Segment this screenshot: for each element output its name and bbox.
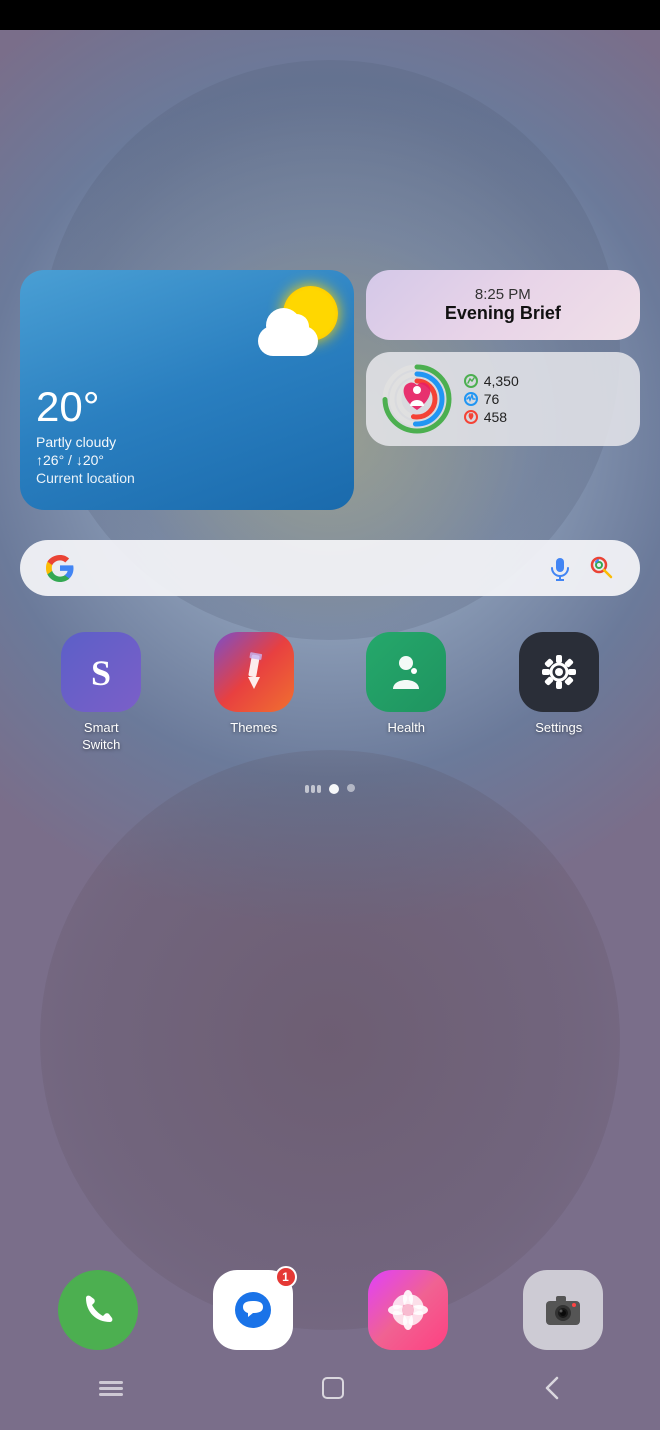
- heart-rate-icon: [464, 392, 478, 406]
- calories-value: 458: [484, 409, 507, 425]
- circle-decoration-bottom: [40, 750, 620, 1330]
- phone-app-icon: [58, 1270, 138, 1350]
- google-search-bar[interactable]: [20, 540, 640, 596]
- dock-item-messages[interactable]: 1: [213, 1270, 293, 1350]
- settings-icon: [519, 632, 599, 712]
- microphone-icon[interactable]: [546, 554, 574, 582]
- home-button[interactable]: [319, 1374, 347, 1408]
- weather-location: Current location: [36, 470, 338, 486]
- camera-app-icon: [523, 1270, 603, 1350]
- page-indicators: [20, 784, 640, 794]
- evening-brief-time: 8:25 PM: [386, 286, 620, 303]
- page-dot-2[interactable]: [347, 784, 355, 792]
- health-ring-icon: [382, 364, 452, 434]
- phone-icon: [78, 1290, 118, 1330]
- steps-value: 4,350: [484, 373, 519, 389]
- smart-switch-icon: S: [61, 632, 141, 712]
- dock-item-camera[interactable]: [523, 1270, 603, 1350]
- back-icon: [541, 1374, 563, 1402]
- app-item-settings[interactable]: Settings: [488, 632, 631, 754]
- google-logo: [44, 552, 76, 584]
- lens-icon[interactable]: [588, 554, 616, 582]
- dock-item-bixby[interactable]: [368, 1270, 448, 1350]
- themes-icon: [214, 632, 294, 712]
- home-screen: 20° Partly cloudy ↑26° / ↓20° Current lo…: [0, 30, 660, 794]
- page-indicator-lines: [305, 784, 321, 794]
- back-button[interactable]: [541, 1374, 563, 1408]
- recent-apps-icon: [97, 1377, 125, 1399]
- health-label: Health: [387, 720, 425, 737]
- page-line-3: [317, 785, 321, 793]
- calories-stat: 458: [464, 409, 519, 425]
- navigation-bar: [0, 1360, 660, 1430]
- dock-item-phone[interactable]: [58, 1270, 138, 1350]
- app-item-themes[interactable]: Themes: [183, 632, 326, 754]
- health-logo: [381, 647, 431, 697]
- page-line-1: [305, 785, 309, 793]
- settings-label: Settings: [535, 720, 582, 737]
- themes-label: Themes: [230, 720, 277, 737]
- app-item-health[interactable]: Health: [335, 632, 478, 754]
- weather-description: Partly cloudy: [36, 434, 338, 450]
- flower-icon: [383, 1285, 433, 1335]
- widgets-row: 20° Partly cloudy ↑26° / ↓20° Current lo…: [20, 270, 640, 510]
- steps-stat: 4,350: [464, 373, 519, 389]
- svg-text:S: S: [91, 653, 111, 693]
- cloud-icon: [258, 326, 318, 356]
- weather-icon-area: [36, 286, 338, 356]
- evening-brief-widget[interactable]: 8:25 PM Evening Brief: [366, 270, 640, 340]
- search-icons-group: [546, 554, 616, 582]
- right-widgets: 8:25 PM Evening Brief: [366, 270, 640, 510]
- messages-badge: 1: [275, 1266, 297, 1288]
- page-dot-active[interactable]: [329, 784, 339, 794]
- page-line-2: [311, 785, 315, 793]
- health-numbers: 4,350 76 458: [464, 373, 519, 425]
- weather-temperature: 20°: [36, 386, 338, 428]
- camera-icon: [538, 1285, 588, 1335]
- bixby-app-icon: [368, 1270, 448, 1350]
- messages-icon: [228, 1285, 278, 1335]
- steps-icon: [464, 374, 478, 388]
- heart-stat: 76: [464, 391, 519, 407]
- calories-icon: [464, 410, 478, 424]
- smart-switch-logo: S: [76, 647, 126, 697]
- app-item-smart-switch[interactable]: S SmartSwitch: [30, 632, 173, 754]
- themes-logo: [229, 647, 279, 697]
- sun-cloud-icon: [258, 286, 338, 356]
- settings-logo: [534, 647, 584, 697]
- app-grid: S SmartSwitch Themes: [20, 632, 640, 754]
- dock: 1: [20, 1270, 640, 1350]
- weather-widget[interactable]: 20° Partly cloudy ↑26° / ↓20° Current lo…: [20, 270, 354, 510]
- status-bar: [0, 0, 660, 30]
- weather-range: ↑26° / ↓20°: [36, 452, 338, 468]
- recent-apps-button[interactable]: [97, 1377, 125, 1405]
- heart-value: 76: [484, 391, 500, 407]
- evening-brief-title: Evening Brief: [386, 303, 620, 324]
- health-icon: [366, 632, 446, 712]
- home-icon: [319, 1374, 347, 1402]
- health-stats-widget[interactable]: 4,350 76 458: [366, 352, 640, 446]
- smart-switch-label: SmartSwitch: [82, 720, 120, 754]
